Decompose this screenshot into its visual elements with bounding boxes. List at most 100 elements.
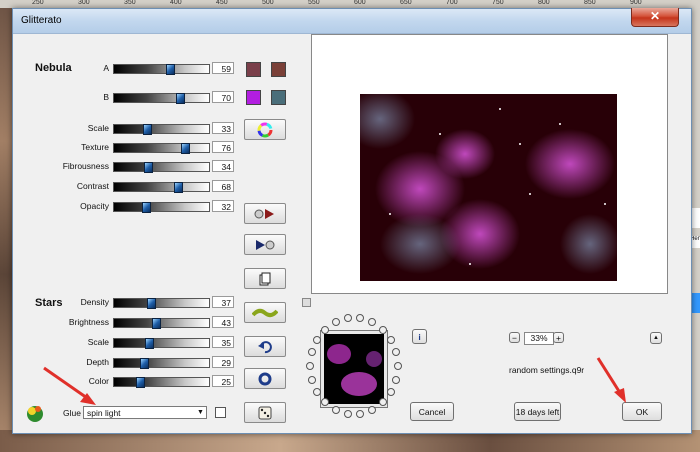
stars-depth-slider[interactable] bbox=[113, 358, 210, 369]
reset-button[interactable] bbox=[244, 368, 286, 389]
slider-handle[interactable] bbox=[144, 162, 153, 173]
nebula-scale-slider[interactable] bbox=[113, 124, 210, 135]
close-button[interactable]: ✕ bbox=[631, 8, 679, 27]
navigator-ring-dot[interactable] bbox=[332, 406, 340, 414]
nebula-contrast-slider[interactable] bbox=[113, 182, 210, 193]
slider-handle[interactable] bbox=[142, 202, 151, 213]
navigator-ring-dot[interactable] bbox=[306, 362, 314, 370]
stars-depth-label: Depth bbox=[86, 357, 109, 367]
ruler-mark: 900 bbox=[630, 0, 642, 6]
preview-panel[interactable] bbox=[311, 34, 668, 294]
chevron-down-icon[interactable]: ▼ bbox=[195, 407, 206, 418]
stars-depth-value[interactable]: 29 bbox=[212, 356, 234, 368]
undo-button[interactable] bbox=[244, 336, 286, 357]
navigator-ring-dot[interactable] bbox=[368, 318, 376, 326]
nebula-texture-value[interactable]: 76 bbox=[212, 141, 234, 153]
cancel-button[interactable]: Cancel bbox=[410, 402, 454, 421]
navigator-ring-dot[interactable] bbox=[379, 398, 387, 406]
collapse-preview-button[interactable]: ▲ bbox=[650, 332, 662, 344]
slider-handle[interactable] bbox=[136, 377, 145, 388]
wave-icon bbox=[252, 308, 278, 317]
navigator-ring-dot[interactable] bbox=[356, 410, 364, 418]
copy-button[interactable] bbox=[244, 268, 286, 289]
stars-color-slider[interactable] bbox=[113, 377, 210, 388]
slider-handle[interactable] bbox=[166, 64, 175, 75]
thumbnail-render bbox=[327, 344, 382, 396]
zoom-out-button[interactable]: − bbox=[509, 332, 520, 343]
reset-icon bbox=[258, 372, 272, 385]
navigator-ring-dot[interactable] bbox=[356, 314, 364, 322]
navigator-ring-dot[interactable] bbox=[344, 314, 352, 322]
slider-handle[interactable] bbox=[147, 298, 156, 309]
navigator-ring-dot[interactable] bbox=[308, 348, 316, 356]
glue-dropdown[interactable]: spin light ▼ bbox=[83, 406, 207, 419]
navigator-ring-dot[interactable] bbox=[379, 326, 387, 334]
slider-handle[interactable] bbox=[145, 338, 154, 349]
color-wheel-button[interactable] bbox=[244, 119, 286, 140]
nebula-preview-image[interactable] bbox=[360, 94, 617, 281]
navigator-ring-dot[interactable] bbox=[313, 336, 321, 344]
slider-handle[interactable] bbox=[176, 93, 185, 104]
glue-lock-checkbox[interactable] bbox=[215, 407, 226, 418]
navigator-ring-dot[interactable] bbox=[321, 326, 329, 334]
stars-scale-value[interactable]: 35 bbox=[212, 336, 234, 348]
glue-wave-button[interactable] bbox=[244, 302, 286, 323]
undo-icon bbox=[258, 340, 272, 353]
navigator-ring-dot[interactable] bbox=[392, 376, 400, 384]
stars-brightness-slider[interactable] bbox=[113, 318, 210, 329]
nebula-scale-value[interactable]: 33 bbox=[212, 122, 234, 134]
slider-handle[interactable] bbox=[152, 318, 161, 329]
nebula-a-value[interactable]: 59 bbox=[212, 62, 234, 74]
randomize-button[interactable] bbox=[244, 402, 286, 423]
stars-brightness-value[interactable]: 43 bbox=[212, 316, 234, 328]
nebula-a-slider[interactable] bbox=[113, 64, 210, 75]
trial-days-button[interactable]: 18 days left bbox=[514, 402, 561, 421]
navigator-ring-dot[interactable] bbox=[308, 376, 316, 384]
nebula-contrast-value[interactable]: 68 bbox=[212, 180, 234, 192]
stars-color-label: Color bbox=[88, 376, 109, 386]
ruler-mark: 600 bbox=[354, 0, 366, 6]
nebula-color-a2-swatch[interactable] bbox=[271, 62, 286, 77]
stars-density-slider[interactable] bbox=[113, 298, 210, 309]
slider-handle[interactable] bbox=[140, 358, 149, 369]
stars-color-value[interactable]: 25 bbox=[212, 375, 234, 387]
nebula-opacity-slider[interactable] bbox=[113, 202, 210, 213]
navigator-ring-dot[interactable] bbox=[368, 406, 376, 414]
nebula-fibrousness-slider[interactable] bbox=[113, 162, 210, 173]
slider-handle[interactable] bbox=[174, 182, 183, 193]
nebula-fibrousness-value[interactable]: 34 bbox=[212, 160, 234, 172]
navigator-ring-dot[interactable] bbox=[332, 318, 340, 326]
stars-scale-slider[interactable] bbox=[113, 338, 210, 349]
navigator-ring-dot[interactable] bbox=[313, 388, 321, 396]
slider-handle[interactable] bbox=[143, 124, 152, 135]
play-reverse-button[interactable] bbox=[244, 203, 286, 224]
nebula-b-value[interactable]: 70 bbox=[212, 91, 234, 103]
nebula-color-b2-swatch[interactable] bbox=[271, 90, 286, 105]
ok-button[interactable]: OK bbox=[622, 402, 662, 421]
navigator-ring-dot[interactable] bbox=[321, 398, 329, 406]
navigator-ring-dot[interactable] bbox=[394, 362, 402, 370]
nebula-color-b-swatch[interactable] bbox=[246, 90, 261, 105]
stars-density-value[interactable]: 37 bbox=[212, 296, 234, 308]
nebula-color-a-swatch[interactable] bbox=[246, 62, 261, 77]
navigator-thumbnail[interactable] bbox=[320, 330, 388, 408]
zoom-level-field[interactable]: 33% bbox=[524, 332, 554, 345]
navigator-ring-dot[interactable] bbox=[387, 336, 395, 344]
navigator-ring-dot[interactable] bbox=[387, 388, 395, 396]
zoom-in-button[interactable]: + bbox=[553, 332, 564, 343]
navigator-ring-dot[interactable] bbox=[344, 410, 352, 418]
nebula-b-slider[interactable] bbox=[113, 93, 210, 104]
navigator-toggle[interactable] bbox=[302, 298, 311, 307]
nebula-texture-slider[interactable] bbox=[113, 143, 210, 154]
nebula-opacity-value[interactable]: 32 bbox=[212, 200, 234, 212]
nebula-b-label: B bbox=[103, 92, 109, 102]
play-forward-button[interactable] bbox=[244, 234, 286, 255]
nebula-texture-label: Texture bbox=[81, 142, 109, 152]
nebula-a-label: A bbox=[103, 63, 109, 73]
host-canvas-left bbox=[0, 8, 12, 452]
ruler-mark: 450 bbox=[216, 0, 228, 6]
slider-handle[interactable] bbox=[181, 143, 190, 154]
glue-selected-value: spin light bbox=[87, 408, 121, 418]
navigator-ring-dot[interactable] bbox=[392, 348, 400, 356]
info-button[interactable]: i bbox=[412, 329, 427, 344]
